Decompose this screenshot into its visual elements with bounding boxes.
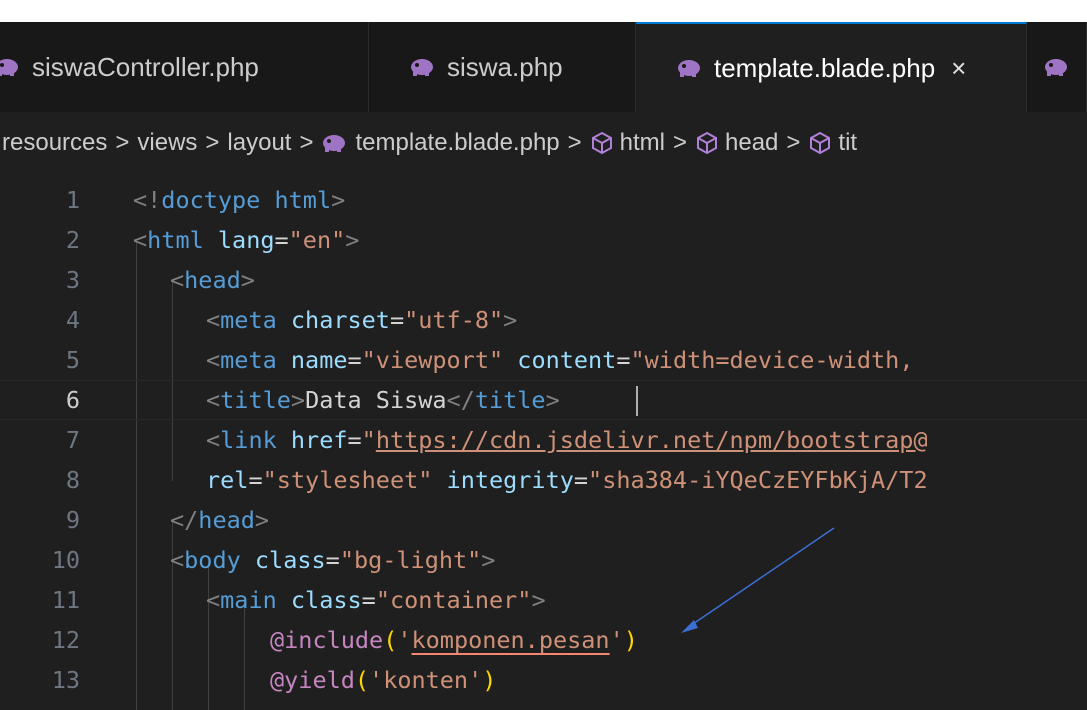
code-line: 10 <body class="bg-light"> [0, 540, 1087, 580]
php-elephant-icon [0, 59, 18, 76]
line-number: 12 [51, 626, 80, 654]
code-text: <meta name="viewport" content="width=dev… [206, 346, 914, 374]
line-number: 6 [65, 386, 80, 414]
code-text: <!doctype html> [133, 186, 346, 214]
code-text: <title>Data Siswa</title> [206, 386, 560, 414]
breadcrumb-item-head[interactable]: head [725, 129, 778, 157]
breadcrumb-item-resources[interactable]: resources [2, 129, 107, 157]
code-editor: siswaController.php siswa.php template.b… [0, 22, 1087, 710]
code-line: 11 <main class="container"> [0, 580, 1087, 620]
breadcrumb-item-views[interactable]: views [137, 129, 197, 157]
breadcrumb-item-layout[interactable]: layout [227, 129, 291, 157]
line-number: 5 [65, 346, 80, 374]
tab-label: siswa.php [447, 51, 563, 82]
code-line: 12 @include('komponen.pesan') [0, 620, 1087, 660]
breadcrumb-item-file[interactable]: template.blade.php [355, 129, 559, 157]
code-line: 1 <!doctype html> [0, 180, 1087, 220]
url-link[interactable]: https://cdn.jsdelivr.net/npm/bootstrap@ [376, 426, 928, 454]
line-number: 9 [65, 506, 80, 534]
tab-siswa[interactable]: siswa.php [369, 22, 636, 112]
line-number: 11 [51, 586, 80, 614]
code-text: <body class="bg-light"> [170, 546, 496, 574]
tab-overflow[interactable] [1027, 22, 1087, 112]
breadcrumb-separator: > [567, 129, 582, 156]
tab-template-blade[interactable]: template.blade.php × [636, 22, 1027, 112]
line-number: 1 [65, 186, 80, 214]
code-text: </head> [170, 506, 270, 534]
close-icon[interactable]: × [951, 53, 966, 84]
code-text: @yield('konten') [270, 666, 497, 694]
breadcrumb-separator: > [673, 129, 688, 156]
tab-label: siswaController.php [32, 51, 259, 82]
line-number: 10 [51, 546, 80, 574]
code-line: 8 rel="stylesheet" integrity="sha384-iYQ… [0, 460, 1087, 500]
code-line: 4 <meta charset="utf-8"> [0, 300, 1087, 340]
text-cursor [636, 386, 638, 416]
breadcrumb-separator: > [299, 129, 314, 156]
code-line: 5 <meta name="viewport" content="width=d… [0, 340, 1087, 380]
symbol-cube-icon [591, 131, 612, 155]
code-area[interactable]: 1 <!doctype html> 2 <html lang="en"> 3 <… [0, 174, 1087, 710]
line-number: 7 [65, 426, 80, 454]
line-number: 8 [65, 466, 80, 494]
breadcrumb-separator: > [115, 129, 130, 156]
tab-label: template.blade.php [714, 52, 936, 83]
code-text: <link href="https://cdn.jsdelivr.net/npm… [206, 426, 928, 454]
php-elephant-icon [1045, 59, 1067, 76]
breadcrumb: resources > views > layout > template.bl… [0, 112, 1087, 174]
php-elephant-icon [411, 59, 433, 76]
code-text: <meta charset="utf-8"> [206, 306, 518, 334]
code-line: 7 <link href="https://cdn.jsdelivr.net/n… [0, 420, 1087, 460]
include-argument[interactable]: komponen.pesan [412, 626, 610, 654]
line-number: 3 [65, 266, 80, 294]
window-top-strip [0, 0, 1087, 22]
line-number: 4 [65, 306, 80, 334]
breadcrumb-item-title[interactable]: tit [838, 129, 857, 157]
symbol-cube-icon [810, 131, 831, 155]
breadcrumb-separator: > [786, 129, 801, 156]
line-number: 13 [51, 666, 80, 694]
tab-siswacontroller[interactable]: siswaController.php [0, 22, 369, 112]
code-text: rel="stylesheet" integrity="sha384-iYQeC… [206, 466, 928, 494]
code-text: @include('komponen.pesan') [270, 626, 638, 654]
breadcrumb-separator: > [205, 129, 220, 156]
code-text: <head> [170, 266, 255, 294]
symbol-cube-icon [697, 131, 718, 155]
code-line: 13 @yield('konten') [0, 660, 1087, 700]
php-elephant-icon [678, 60, 700, 77]
code-line: 2 <html lang="en"> [0, 220, 1087, 260]
php-elephant-icon [323, 135, 346, 152]
breadcrumb-item-html[interactable]: html [620, 129, 665, 157]
code-line: 3 <head> [0, 260, 1087, 300]
code-line: 9 </head> [0, 500, 1087, 540]
code-text: <html lang="en"> [133, 226, 360, 254]
line-number: 2 [65, 226, 80, 254]
code-line-current: 6 <title>Data Siswa</title> [0, 380, 1087, 420]
code-text: <main class="container"> [206, 586, 546, 614]
tab-bar: siswaController.php siswa.php template.b… [0, 22, 1087, 112]
